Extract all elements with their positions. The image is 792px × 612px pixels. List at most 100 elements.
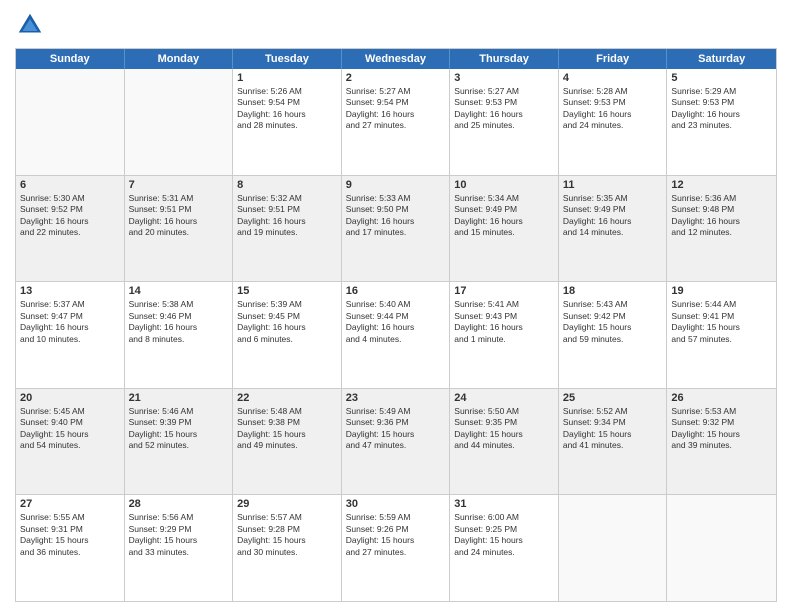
day-cell: 13 Sunrise: 5:37 AM Sunset: 9:47 PM Dayli…	[16, 282, 125, 388]
logo	[15, 10, 49, 40]
day-number: 26	[671, 392, 772, 404]
day-info: Sunrise: 5:41 AM Sunset: 9:43 PM Dayligh…	[454, 299, 554, 345]
day-cell: 4 Sunrise: 5:28 AM Sunset: 9:53 PM Daylig…	[559, 69, 668, 175]
day-info: Sunrise: 5:29 AM Sunset: 9:53 PM Dayligh…	[671, 86, 772, 132]
day-info: Sunrise: 5:34 AM Sunset: 9:49 PM Dayligh…	[454, 193, 554, 239]
calendar: SundayMondayTuesdayWednesdayThursdayFrid…	[15, 48, 777, 602]
day-number: 11	[563, 179, 663, 191]
logo-icon	[15, 10, 45, 40]
empty-cell	[559, 495, 668, 601]
day-info: Sunrise: 5:30 AM Sunset: 9:52 PM Dayligh…	[20, 193, 120, 239]
day-number: 13	[20, 285, 120, 297]
day-cell: 23 Sunrise: 5:49 AM Sunset: 9:36 PM Dayli…	[342, 389, 451, 495]
day-info: Sunrise: 5:27 AM Sunset: 9:54 PM Dayligh…	[346, 86, 446, 132]
day-cell: 10 Sunrise: 5:34 AM Sunset: 9:49 PM Dayli…	[450, 176, 559, 282]
calendar-row: 1 Sunrise: 5:26 AM Sunset: 9:54 PM Daylig…	[16, 69, 776, 175]
day-info: Sunrise: 5:59 AM Sunset: 9:26 PM Dayligh…	[346, 512, 446, 558]
day-cell: 21 Sunrise: 5:46 AM Sunset: 9:39 PM Dayli…	[125, 389, 234, 495]
day-number: 2	[346, 72, 446, 84]
day-number: 4	[563, 72, 663, 84]
day-cell: 3Sunrise: 5:27 AM Sunset: 9:53 PM Daylig…	[450, 69, 559, 175]
empty-cell	[667, 495, 776, 601]
header	[15, 10, 777, 40]
day-info: Sunrise: 5:43 AM Sunset: 9:42 PM Dayligh…	[563, 299, 663, 345]
weekday-header: Saturday	[667, 49, 776, 69]
day-info: Sunrise: 5:37 AM Sunset: 9:47 PM Dayligh…	[20, 299, 120, 345]
calendar-row: 13 Sunrise: 5:37 AM Sunset: 9:47 PM Dayli…	[16, 281, 776, 388]
day-number: 7	[129, 179, 229, 191]
day-number: 31	[454, 498, 554, 510]
day-number: 21	[129, 392, 229, 404]
page: SundayMondayTuesdayWednesdayThursdayFrid…	[0, 0, 792, 612]
day-info: Sunrise: 5:52 AM Sunset: 9:34 PM Dayligh…	[563, 406, 663, 452]
day-number: 14	[129, 285, 229, 297]
day-info: Sunrise: 5:28 AM Sunset: 9:53 PM Dayligh…	[563, 86, 663, 132]
day-info: Sunrise: 5:57 AM Sunset: 9:28 PM Dayligh…	[237, 512, 337, 558]
day-number: 12	[671, 179, 772, 191]
day-cell: 15 Sunrise: 5:39 AM Sunset: 9:45 PM Dayli…	[233, 282, 342, 388]
day-info: Sunrise: 5:39 AM Sunset: 9:45 PM Dayligh…	[237, 299, 337, 345]
day-number: 24	[454, 392, 554, 404]
calendar-row: 27 Sunrise: 5:55 AM Sunset: 9:31 PM Dayli…	[16, 494, 776, 601]
day-cell: 12 Sunrise: 5:36 AM Sunset: 9:48 PM Dayli…	[667, 176, 776, 282]
day-info: Sunrise: 5:50 AM Sunset: 9:35 PM Dayligh…	[454, 406, 554, 452]
day-info: Sunrise: 5:40 AM Sunset: 9:44 PM Dayligh…	[346, 299, 446, 345]
empty-cell	[125, 69, 234, 175]
day-info: Sunrise: 5:49 AM Sunset: 9:36 PM Dayligh…	[346, 406, 446, 452]
weekday-header: Thursday	[450, 49, 559, 69]
day-number: 5	[671, 72, 772, 84]
day-cell: 8 Sunrise: 5:32 AM Sunset: 9:51 PM Daylig…	[233, 176, 342, 282]
day-info: Sunrise: 5:48 AM Sunset: 9:38 PM Dayligh…	[237, 406, 337, 452]
day-number: 16	[346, 285, 446, 297]
day-number: 15	[237, 285, 337, 297]
day-info: Sunrise: 5:55 AM Sunset: 9:31 PM Dayligh…	[20, 512, 120, 558]
day-info: Sunrise: 5:32 AM Sunset: 9:51 PM Dayligh…	[237, 193, 337, 239]
day-info: Sunrise: 5:27 AM Sunset: 9:53 PM Dayligh…	[454, 86, 554, 132]
day-number: 20	[20, 392, 120, 404]
day-number: 30	[346, 498, 446, 510]
day-cell: 28Sunrise: 5:56 AM Sunset: 9:29 PM Dayli…	[125, 495, 234, 601]
day-number: 6	[20, 179, 120, 191]
day-cell: 6 Sunrise: 5:30 AM Sunset: 9:52 PM Daylig…	[16, 176, 125, 282]
day-number: 23	[346, 392, 446, 404]
day-cell: 18Sunrise: 5:43 AM Sunset: 9:42 PM Dayli…	[559, 282, 668, 388]
day-cell: 1 Sunrise: 5:26 AM Sunset: 9:54 PM Daylig…	[233, 69, 342, 175]
day-number: 29	[237, 498, 337, 510]
weekday-header: Sunday	[16, 49, 125, 69]
day-info: Sunrise: 5:46 AM Sunset: 9:39 PM Dayligh…	[129, 406, 229, 452]
day-cell: 17Sunrise: 5:41 AM Sunset: 9:43 PM Dayli…	[450, 282, 559, 388]
day-number: 25	[563, 392, 663, 404]
day-cell: 19 Sunrise: 5:44 AM Sunset: 9:41 PM Dayli…	[667, 282, 776, 388]
calendar-row: 20Sunrise: 5:45 AM Sunset: 9:40 PM Dayli…	[16, 388, 776, 495]
day-number: 19	[671, 285, 772, 297]
day-cell: 14 Sunrise: 5:38 AM Sunset: 9:46 PM Dayli…	[125, 282, 234, 388]
day-number: 27	[20, 498, 120, 510]
day-info: Sunrise: 5:53 AM Sunset: 9:32 PM Dayligh…	[671, 406, 772, 452]
day-cell: 25 Sunrise: 5:52 AM Sunset: 9:34 PM Dayli…	[559, 389, 668, 495]
calendar-row: 6 Sunrise: 5:30 AM Sunset: 9:52 PM Daylig…	[16, 175, 776, 282]
calendar-body: 1 Sunrise: 5:26 AM Sunset: 9:54 PM Daylig…	[16, 69, 776, 601]
day-number: 1	[237, 72, 337, 84]
day-cell: 9Sunrise: 5:33 AM Sunset: 9:50 PM Daylig…	[342, 176, 451, 282]
day-cell: 22 Sunrise: 5:48 AM Sunset: 9:38 PM Dayli…	[233, 389, 342, 495]
day-number: 22	[237, 392, 337, 404]
day-info: Sunrise: 5:44 AM Sunset: 9:41 PM Dayligh…	[671, 299, 772, 345]
day-cell: 7 Sunrise: 5:31 AM Sunset: 9:51 PM Daylig…	[125, 176, 234, 282]
weekday-header: Wednesday	[342, 49, 451, 69]
weekday-header: Friday	[559, 49, 668, 69]
day-info: Sunrise: 5:36 AM Sunset: 9:48 PM Dayligh…	[671, 193, 772, 239]
day-info: Sunrise: 5:35 AM Sunset: 9:49 PM Dayligh…	[563, 193, 663, 239]
day-info: Sunrise: 5:56 AM Sunset: 9:29 PM Dayligh…	[129, 512, 229, 558]
weekday-header: Monday	[125, 49, 234, 69]
day-number: 8	[237, 179, 337, 191]
day-number: 9	[346, 179, 446, 191]
day-info: Sunrise: 5:38 AM Sunset: 9:46 PM Dayligh…	[129, 299, 229, 345]
day-cell: 26 Sunrise: 5:53 AM Sunset: 9:32 PM Dayli…	[667, 389, 776, 495]
day-cell: 11 Sunrise: 5:35 AM Sunset: 9:49 PM Dayli…	[559, 176, 668, 282]
day-number: 10	[454, 179, 554, 191]
day-cell: 29 Sunrise: 5:57 AM Sunset: 9:28 PM Dayli…	[233, 495, 342, 601]
day-cell: 16 Sunrise: 5:40 AM Sunset: 9:44 PM Dayli…	[342, 282, 451, 388]
day-cell: 5 Sunrise: 5:29 AM Sunset: 9:53 PM Daylig…	[667, 69, 776, 175]
day-info: Sunrise: 5:26 AM Sunset: 9:54 PM Dayligh…	[237, 86, 337, 132]
day-info: Sunrise: 5:31 AM Sunset: 9:51 PM Dayligh…	[129, 193, 229, 239]
